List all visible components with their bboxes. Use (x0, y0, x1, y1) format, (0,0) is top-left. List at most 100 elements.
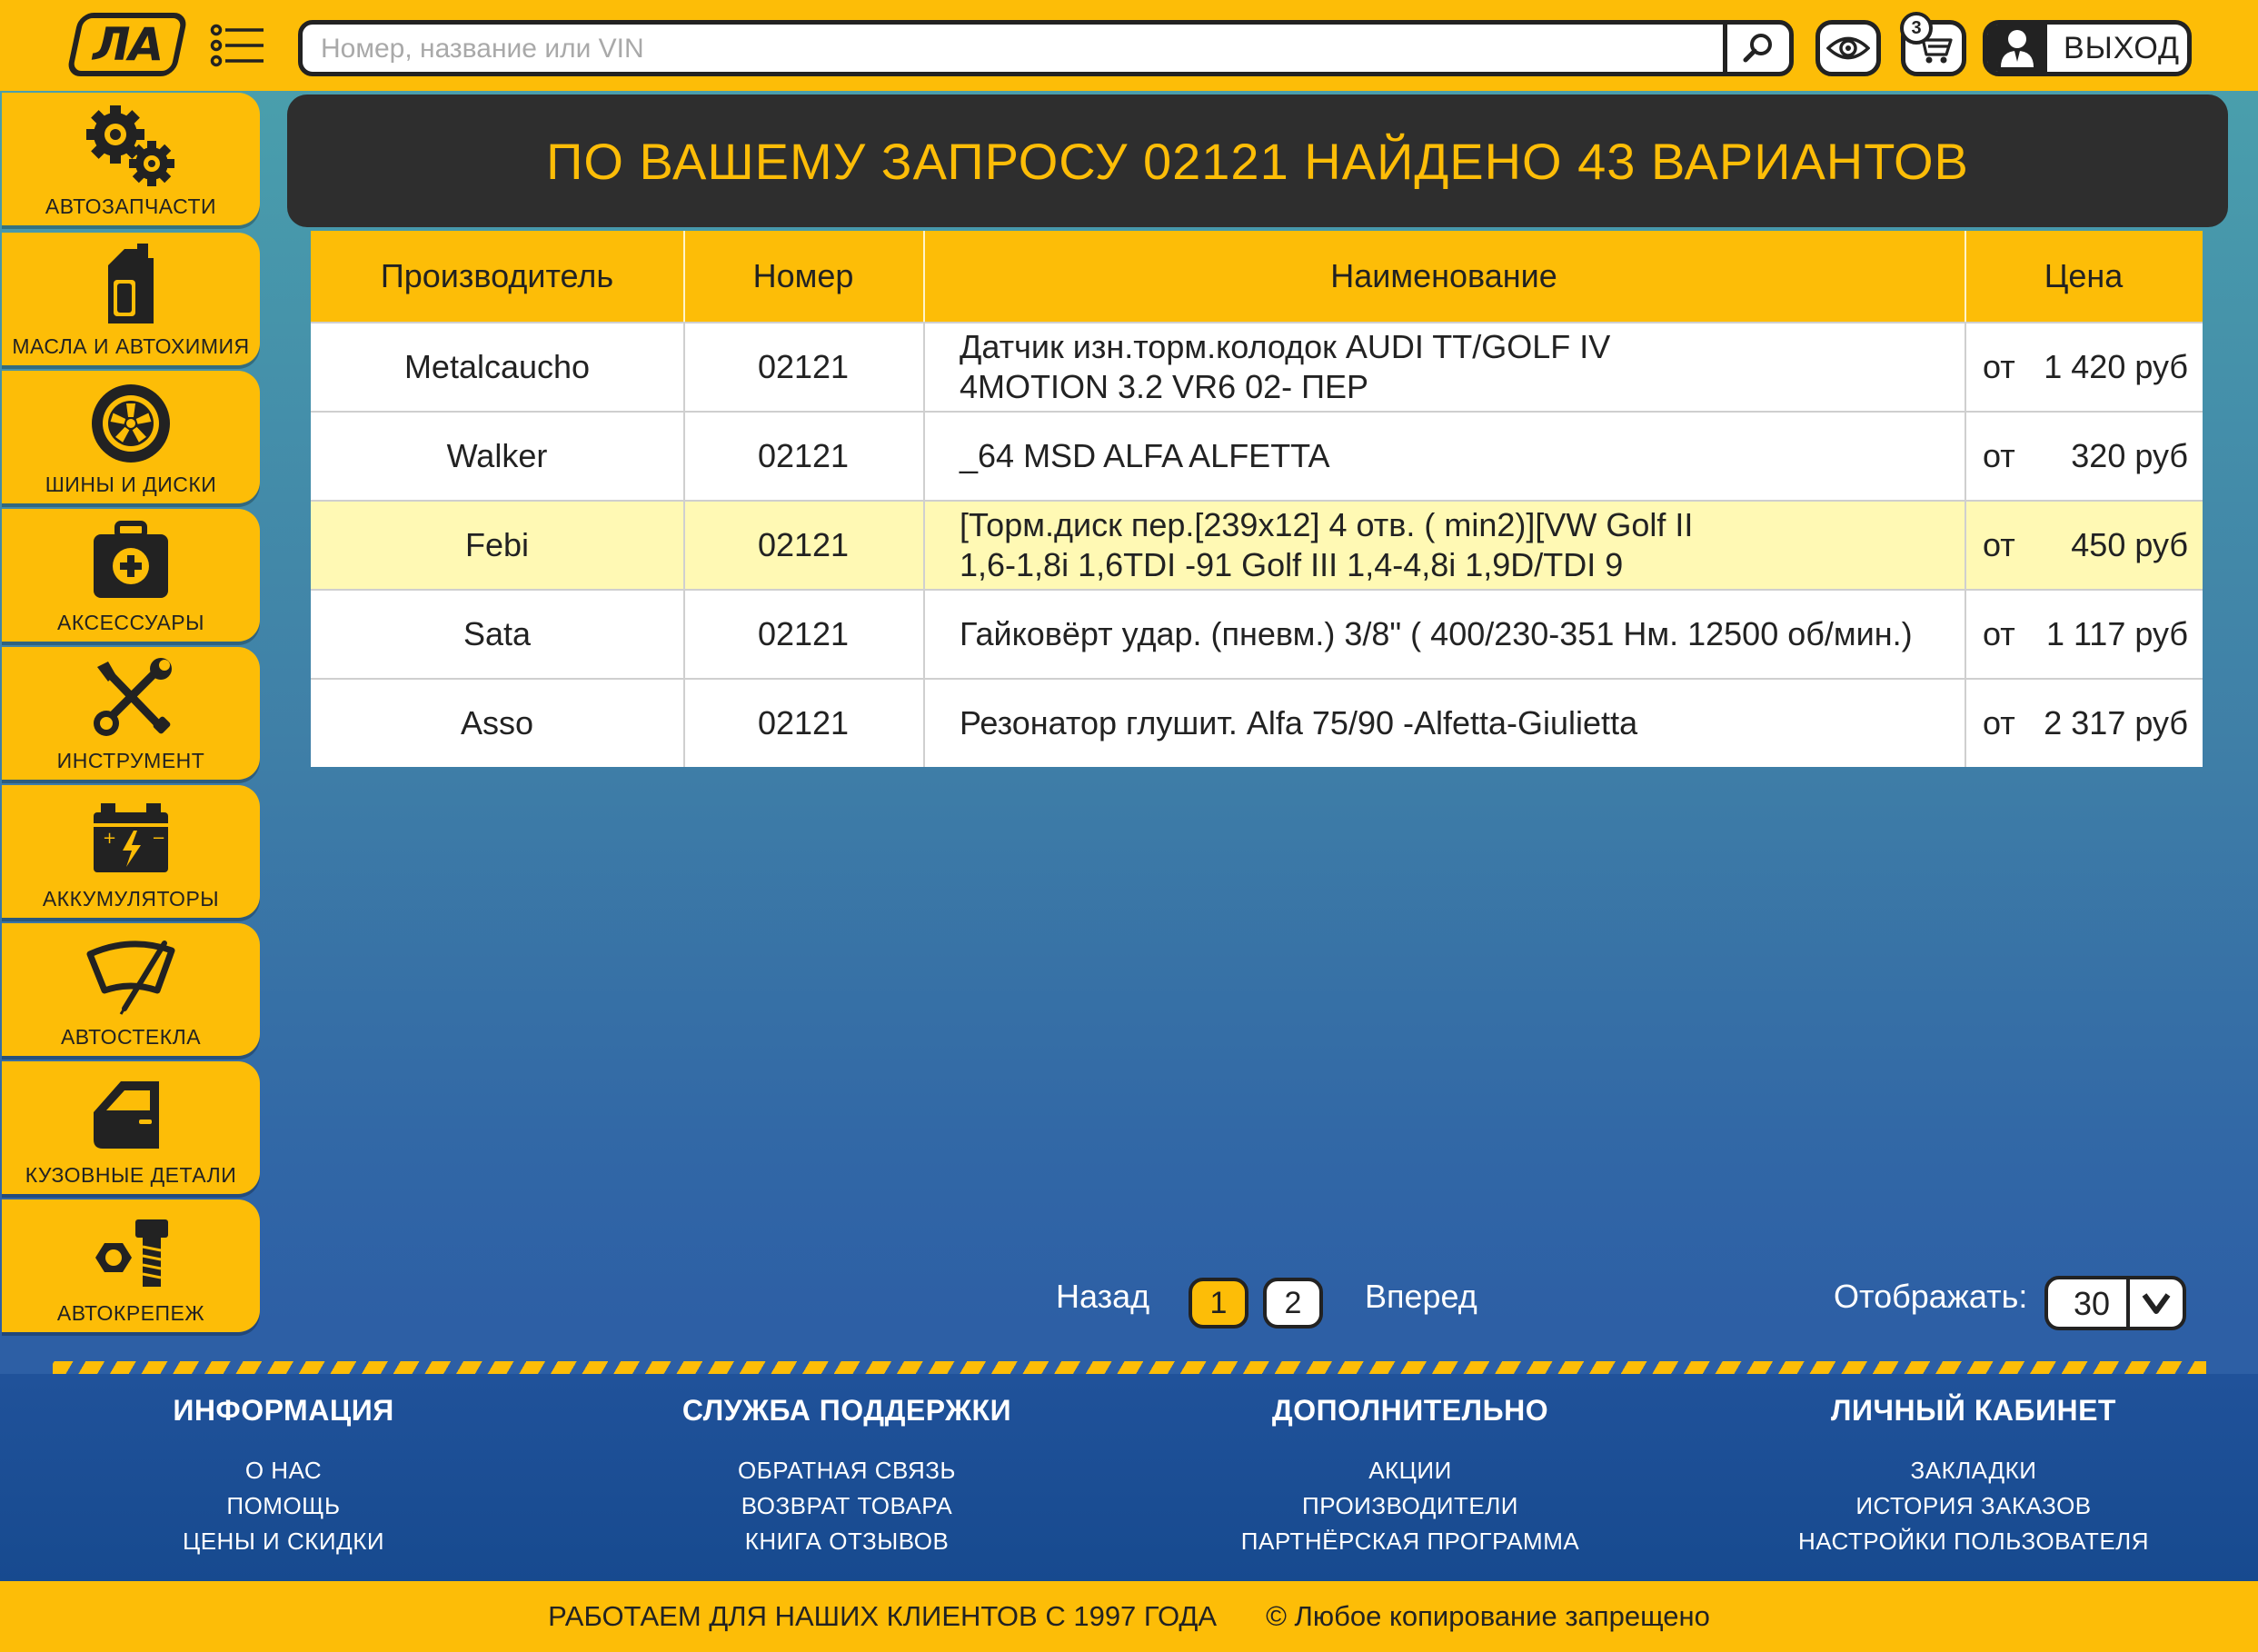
page-button[interactable]: 2 (1263, 1278, 1323, 1329)
footer-column-title: ИНФОРМАЦИЯ (173, 1394, 394, 1427)
column-header-number[interactable]: Номер (683, 231, 923, 322)
prev-page-link[interactable]: Назад (1056, 1278, 1149, 1316)
viewed-items-button[interactable] (1815, 20, 1881, 76)
car-door-icon (94, 1081, 159, 1149)
cart-button[interactable]: 3 (1900, 12, 1966, 76)
row-name[interactable]: Гайковёрт удар. (пневм.) 3/8" ( 400/230-… (923, 591, 1965, 678)
sidebar-item-label: АВТОКРЕПЕЖ (56, 1301, 205, 1325)
row-name[interactable]: _64 MSD ALFA ALFETTA (923, 413, 1965, 500)
oil-canister-icon (108, 244, 154, 323)
price-value: 320 руб (2071, 437, 2188, 474)
wheel-icon (92, 384, 170, 463)
per-page-select[interactable]: 30 (2044, 1276, 2186, 1330)
price-value: 1 117 руб (2045, 615, 2188, 652)
account-button[interactable]: ВЫХОД (1983, 20, 2192, 76)
row-name-line1: _64 MSD ALFA ALFETTA (960, 437, 1330, 474)
chevron-down-icon[interactable] (2126, 1279, 2183, 1327)
footer-link-help[interactable]: ПОМОЩЬ (47, 1488, 520, 1524)
sidebar-item-label: МАСЛА И АВТОХИМИЯ (12, 334, 250, 358)
sidebar-item-label: АККУМУЛЯТОРЫ (42, 887, 220, 911)
sidebar-item-label: АВТОЗАПЧАСТИ (45, 194, 217, 218)
windshield-icon (86, 940, 175, 1015)
footer-link-prices[interactable]: ЦЕНЫ И СКИДКИ (47, 1524, 520, 1559)
footer-link-promotions[interactable]: АКЦИИ (1174, 1453, 1646, 1488)
footer-link-user-settings[interactable]: НАСТРОЙКИ ПОЛЬЗОВАТЕЛЯ (1737, 1524, 2210, 1559)
row-price: от 320 руб (1965, 413, 2203, 500)
price-value: 2 317 руб (2044, 704, 2188, 741)
sidebar-item-tires[interactable]: ШИНЫ И ДИСКИ (2, 371, 260, 503)
column-header-manufacturer[interactable]: Производитель (311, 231, 683, 322)
footer-link-about[interactable]: О НАС (47, 1453, 520, 1488)
row-name[interactable]: Резонатор глушит. Alfa 75/90 -Alfetta-Gi… (923, 680, 1965, 767)
sidebar-item-label: ИНСТРУМЕНТ (56, 749, 205, 772)
logout-label: ВЫХОД (2064, 30, 2181, 65)
row-name-line1: Датчик изн.торм.колодок AUDI TT/GOLF IV (960, 328, 1611, 365)
sidebar-item-label: АВТОСТЕКЛА (60, 1025, 202, 1049)
row-number: 02121 (757, 615, 850, 652)
row-name[interactable]: Датчик изн.торм.колодок AUDI TT/GOLF IV 4… (923, 323, 1965, 411)
results-banner: ПО ВАШЕМУ ЗАПРОСУ 02121 НАЙДЕНО 43 ВАРИА… (287, 95, 2228, 227)
sidebar-item-body-parts[interactable]: КУЗОВНЫЕ ДЕТАЛИ (2, 1061, 260, 1194)
search-icon (1743, 34, 1772, 63)
row-manufacturer: Febi (464, 526, 530, 563)
cart-count-badge: 3 (1900, 12, 1933, 45)
per-page-value: 30 (2074, 1285, 2111, 1322)
gears-icon (86, 105, 174, 186)
footer-link-order-history[interactable]: ИСТОРИЯ ЗАКАЗОВ (1737, 1488, 2210, 1524)
top-header: ЛА 3 (0, 0, 2258, 91)
next-page-link[interactable]: Вперед (1365, 1278, 1477, 1316)
sidebar-item-accessories[interactable]: АКСЕССУАРЫ (2, 509, 260, 642)
row-name-line2: 4MOTION 3.2 VR6 02- ПЕР (960, 368, 1369, 405)
row-number: 02121 (757, 437, 850, 474)
search-input[interactable] (319, 25, 1731, 74)
sidebar-item-label: КУЗОВНЫЕ ДЕТАЛИ (25, 1163, 237, 1187)
row-number: 02121 (757, 704, 850, 741)
row-manufacturer: Asso (460, 704, 534, 741)
table-row[interactable]: Metalcaucho 02121 Датчик изн.торм.колодо… (311, 322, 2203, 411)
row-manufacturer: Walker (446, 437, 548, 474)
search-button[interactable] (1723, 25, 1789, 72)
user-icon (1987, 25, 2047, 72)
footer-link-partner-program[interactable]: ПАРТНЁРСКАЯ ПРОГРАММА (1174, 1524, 1646, 1559)
footer-column-title: ДОПОЛНИТЕЛЬНО (1271, 1394, 1549, 1427)
table-row[interactable]: Asso 02121 Резонатор глушит. Alfa 75/90 … (311, 678, 2203, 767)
price-value: 450 руб (2071, 526, 2188, 563)
row-name-line1: [Торм.диск пер.[239x12] 4 отв. ( min2)][… (960, 506, 1694, 543)
column-header-price[interactable]: Цена (1965, 231, 2203, 322)
per-page-label: Отображать: (1834, 1278, 2028, 1315)
table-row[interactable]: Walker 02121 _64 MSD ALFA ALFETTA от 320… (311, 411, 2203, 500)
row-price: от 1 420 руб (1965, 323, 2203, 411)
table-row[interactable]: Sata 02121 Гайковёрт удар. (пневм.) 3/8"… (311, 589, 2203, 678)
page-button-current[interactable]: 1 (1189, 1278, 1248, 1329)
sidebar-item-tools[interactable]: ИНСТРУМЕНТ (2, 647, 260, 780)
sidebar-item-batteries[interactable]: + − АККУМУЛЯТОРЫ (2, 785, 260, 918)
sidebar-item-fasteners[interactable]: АВТОКРЕПЕЖ (2, 1199, 260, 1332)
column-header-name[interactable]: Наименование (923, 231, 1965, 322)
first-aid-kit-icon (94, 521, 168, 598)
row-name-line1: Гайковёрт удар. (пневм.) 3/8" ( 400/230-… (960, 615, 1913, 652)
menu-list-icon[interactable] (209, 24, 265, 67)
footer-column-extra: ДОПОЛНИТЕЛЬНО АКЦИИ ПРОИЗВОДИТЕЛИ ПАРТНЁ… (1174, 1394, 1646, 1559)
svg-text:+: + (103, 829, 116, 848)
price-prefix: от (1983, 526, 2015, 563)
sidebar-item-glass[interactable]: АВТОСТЕКЛА (2, 923, 260, 1056)
table-row-highlighted[interactable]: Febi 02121 [Торм.диск пер.[239x12] 4 отв… (311, 500, 2203, 589)
footer-column-support: СЛУЖБА ПОДДЕРЖКИ ОБРАТНАЯ СВЯЗЬ ВОЗВРАТ … (611, 1394, 1083, 1559)
price-prefix: от (1983, 348, 2015, 385)
sidebar-item-autoparts[interactable]: АВТОЗАПЧАСТИ (2, 93, 260, 225)
footer-link-bookmarks[interactable]: ЗАКЛАДКИ (1737, 1453, 2210, 1488)
bolt-nut-icon (95, 1219, 168, 1287)
price-prefix: от (1983, 437, 2015, 474)
footer-link-feedback[interactable]: ОБРАТНАЯ СВЯЗЬ (611, 1453, 1083, 1488)
site-logo[interactable]: ЛА (65, 13, 189, 76)
footer-link-manufacturers[interactable]: ПРОИЗВОДИТЕЛИ (1174, 1488, 1646, 1524)
footer-link-reviews[interactable]: КНИГА ОТЗЫВОВ (611, 1524, 1083, 1559)
tools-icon (94, 658, 172, 736)
footer-link-returns[interactable]: ВОЗВРАТ ТОВАРА (611, 1488, 1083, 1524)
sidebar-item-oils[interactable]: МАСЛА И АВТОХИМИЯ (2, 233, 260, 365)
row-name[interactable]: [Торм.диск пер.[239x12] 4 отв. ( min2)][… (923, 502, 1965, 589)
row-price: от 450 руб (1965, 502, 2203, 589)
logo-text: ЛА (92, 18, 163, 71)
results-title: ПО ВАШЕМУ ЗАПРОСУ 02121 НАЙДЕНО 43 ВАРИА… (546, 132, 1969, 190)
copyright-text: © Любое копирование запрещено (1266, 1600, 1710, 1632)
